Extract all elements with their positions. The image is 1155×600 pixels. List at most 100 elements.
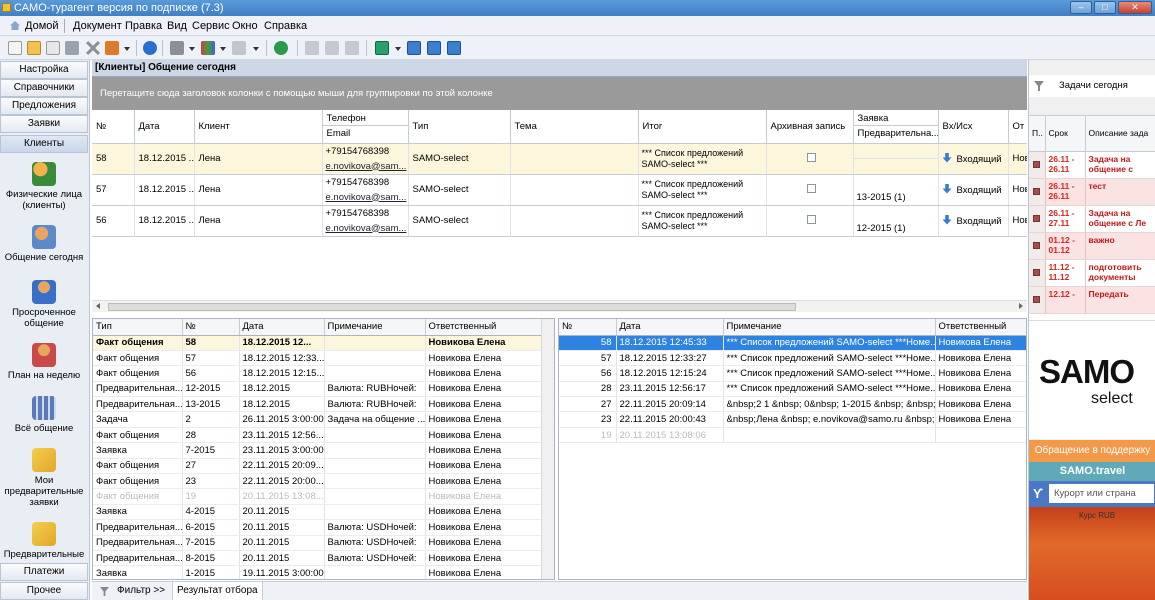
table-row[interactable]: 57 18.12.2015 ... Лена +79154768398 e.nov… (92, 174, 1027, 206)
cell-archive[interactable] (766, 143, 854, 175)
table-row[interactable]: Предварительная... 6-2015 20.11.2015 Валюта… (93, 519, 543, 536)
save-icon[interactable] (65, 41, 79, 55)
table-row[interactable]: Факт общения 27 22.11.2015 20:09... Новиков… (93, 458, 543, 475)
export-icon[interactable] (105, 41, 119, 55)
group-by-area[interactable]: Перетащите сюда заголовок колонки с помо… (92, 77, 1027, 110)
minimize-button[interactable]: – (1070, 1, 1092, 14)
delete-icon[interactable] (86, 41, 100, 55)
chevron-down-icon[interactable] (189, 47, 195, 51)
archive-checkbox[interactable] (806, 183, 816, 193)
open-folder-icon[interactable] (27, 41, 41, 55)
support-button[interactable]: Обращение в поддержку (1029, 440, 1155, 462)
calendar-week-icon[interactable] (427, 41, 441, 55)
table-row[interactable]: 27 22.11.2015 20:09:14 &nbsp;2 1 &nbsp; 0&… (559, 396, 1026, 413)
col-inout[interactable]: Вх/Исх (938, 110, 1009, 144)
cell-email[interactable]: e.novikova@sam... (323, 190, 408, 205)
cell-archive[interactable] (766, 205, 854, 237)
sidebar-item-today[interactable]: Общение сегодня (0, 225, 88, 263)
task-row[interactable]: 11.12 - 11.12 подготовить документы (1029, 259, 1155, 287)
menu-window[interactable]: Окно (232, 20, 258, 32)
table-row[interactable]: 28 23.11.2015 12:56:17 *** Список предложе… (559, 381, 1026, 398)
vertical-scrollbar[interactable] (541, 319, 554, 579)
maximize-button[interactable]: □ (1094, 1, 1116, 14)
col-result[interactable]: Итог (638, 110, 767, 144)
table-row[interactable]: Заявка 1-2015 19.11.2015 3:00:00 Новикова Е… (93, 565, 543, 579)
col-term[interactable]: Срок (1045, 116, 1086, 152)
mail-icon[interactable] (232, 41, 246, 55)
col-client[interactable]: Клиент (194, 110, 323, 144)
col-desc[interactable]: Описание зада (1085, 116, 1155, 152)
calendar-icon[interactable] (407, 41, 421, 55)
task-row[interactable]: 01.12 - 01.12 важно (1029, 232, 1155, 260)
nav-clients[interactable]: Клиенты (0, 135, 88, 153)
col-note[interactable]: Примечание (324, 319, 426, 336)
table-row[interactable]: Факт общения 57 18.12.2015 12:33... Новиков… (93, 350, 543, 367)
table-row[interactable]: Предварительная... 8-2015 20.11.2015 Валюта… (93, 550, 543, 567)
table-row[interactable]: 57 18.12.2015 12:33:27 *** Список предложе… (559, 350, 1026, 367)
table-row[interactable]: Факт общения 28 23.11.2015 12:56... Новиков… (93, 427, 543, 444)
menu-service[interactable]: Сервис (192, 20, 230, 32)
green-circle-icon[interactable] (274, 41, 288, 55)
col-topic[interactable]: Тема (510, 110, 639, 144)
nav-payments[interactable]: Платежи (0, 563, 88, 581)
table-row[interactable]: Факт общения 56 18.12.2015 12:15... Новиков… (93, 365, 543, 382)
sidebar-item-my-preliminary[interactable]: Мои предварительные заявки (0, 448, 88, 508)
cell-email[interactable]: e.novikova@sam... (323, 159, 408, 174)
nav-offers[interactable]: Предложения (0, 97, 88, 115)
table-row[interactable]: Предварительная... 7-2015 20.11.2015 Валюта… (93, 535, 543, 551)
archive-checkbox[interactable] (806, 214, 816, 224)
filter-tab[interactable]: Фильтр >> (117, 582, 165, 600)
menu-home[interactable]: Домой (25, 20, 59, 32)
col-num[interactable]: № (559, 319, 617, 336)
archive-checkbox[interactable] (806, 152, 816, 162)
chevron-down-icon[interactable] (253, 47, 259, 51)
table-row[interactable]: Задача 2 26.11.2015 3:00:00 Задача на общен… (93, 411, 543, 428)
chevron-down-icon[interactable] (395, 47, 401, 51)
paste-icon[interactable] (345, 41, 359, 55)
samo-select-logo[interactable]: SAMO select (1029, 320, 1155, 439)
scroll-left-icon[interactable] (96, 303, 100, 309)
menu-document[interactable]: Документ (73, 20, 122, 32)
print-icon[interactable] (170, 41, 184, 55)
sidebar-item-preliminary[interactable]: Предварительные (0, 522, 88, 560)
table-row[interactable]: Факт общения 58 18.12.2015 12... Новикова Е… (93, 335, 543, 351)
col-responsible[interactable]: Ответственный (425, 319, 543, 336)
col-type[interactable]: Тип (93, 319, 183, 336)
result-tab[interactable]: Результат отбора (172, 582, 263, 600)
nav-other[interactable]: Прочее (0, 582, 88, 600)
resort-search-input[interactable]: Курорт или страна (1049, 484, 1154, 503)
filter-icon[interactable] (1034, 81, 1044, 91)
cell-email[interactable]: e.novikova@sam... (323, 221, 408, 236)
col-type[interactable]: Тип (408, 110, 511, 144)
table-row[interactable]: Факт общения 23 22.11.2015 20:00... Новиков… (93, 473, 543, 490)
cell-archive[interactable] (766, 174, 854, 206)
col-priority[interactable]: П.. (1029, 116, 1046, 152)
sidebar-item-persons[interactable]: Физические лица (клиенты) (0, 162, 88, 211)
col-responsible[interactable]: Ответственный (935, 319, 1026, 336)
col-phone[interactable]: Телефон Email (322, 110, 409, 144)
table-row[interactable]: 58 18.12.2015 12:45:33 *** Список предложе… (559, 335, 1026, 351)
menu-view[interactable]: Вид (167, 20, 187, 32)
task-row[interactable]: 26.11 - 26.11 тест (1029, 178, 1155, 206)
copy-icon[interactable] (325, 41, 339, 55)
table-row[interactable]: Предварительная... 12-2015 18.12.2015 Валют… (93, 381, 543, 398)
task-row[interactable]: 12.12 - Передать (1029, 286, 1155, 314)
horizontal-scrollbar[interactable] (92, 300, 1027, 312)
home-icon[interactable] (10, 21, 20, 30)
nav-orders[interactable]: Заявки (0, 115, 88, 133)
menu-help[interactable]: Справка (264, 20, 307, 32)
col-num[interactable]: № (92, 110, 135, 144)
chevron-down-icon[interactable] (220, 47, 226, 51)
close-button[interactable]: ✕ (1118, 1, 1152, 14)
task-row[interactable]: 26.11 - 26.11 Задача на общение с (1029, 151, 1155, 179)
move-icon[interactable] (305, 41, 319, 55)
sidebar-item-week-plan[interactable]: План на неделю (0, 343, 88, 381)
table-row[interactable]: Заявка 4-2015 20.11.2015 Новикова Елена (93, 504, 543, 521)
chevron-down-icon[interactable] (124, 47, 130, 51)
col-order[interactable]: Заявка Предварительна... (853, 110, 939, 144)
table-row[interactable]: 56 18.12.2015 ... Лена +79154768398 e.nov… (92, 205, 1027, 237)
up-arrow-icon[interactable] (375, 41, 389, 55)
report-icon[interactable] (201, 41, 215, 55)
col-other[interactable]: От (1008, 110, 1027, 144)
edit-icon[interactable] (46, 41, 60, 55)
